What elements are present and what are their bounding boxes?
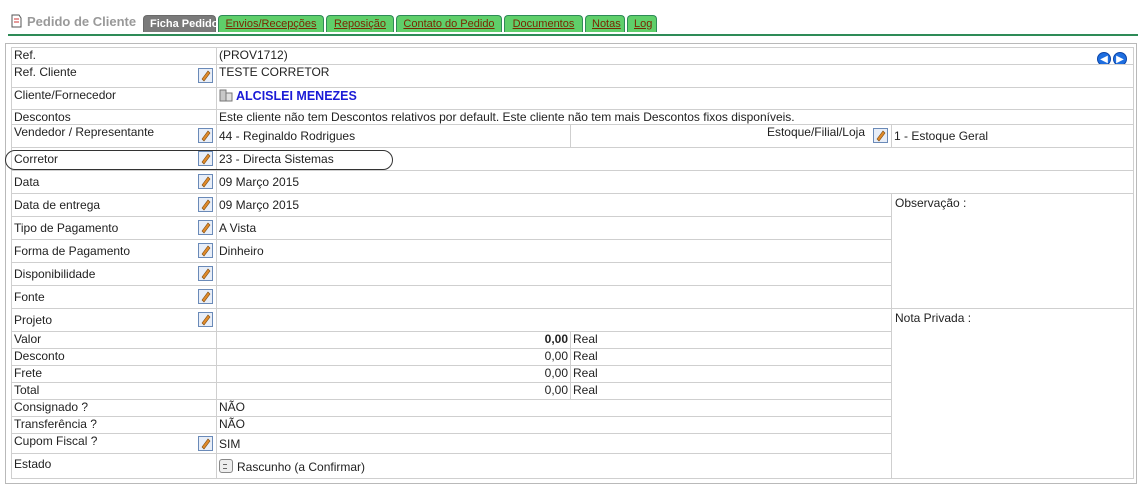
disponibilidade-label: Disponibilidade (14, 267, 96, 281)
desconto-label: Desconto (11, 348, 217, 366)
draft-status-icon (219, 459, 233, 473)
order-form-table: Ref. (PROV1712) ◀ ▶ Ref. Cliente TESTE CO… (11, 47, 1135, 479)
tab-envios-recepcoes[interactable]: Envios/Recepções (218, 15, 324, 32)
transferencia-label: Transferência ? (11, 416, 217, 434)
descontos-value: Este cliente não tem Descontos relativos… (215, 109, 1135, 125)
tab-notas[interactable]: Notas (585, 15, 625, 32)
consignado-label: Consignado ? (11, 399, 217, 417)
valor-currency: Real (570, 331, 892, 349)
cliente-label: Cliente/Fornecedor (11, 87, 217, 110)
cupom-label: Cupom Fiscal ? (14, 434, 98, 449)
fonte-value[interactable] (216, 285, 892, 309)
pencil-edit-icon[interactable] (198, 151, 213, 166)
fonte-label: Fonte (14, 290, 45, 304)
ref-cliente-value[interactable]: TESTE CORRETOR (215, 64, 1135, 88)
tab-log[interactable]: Log (627, 15, 657, 32)
tab-contato-pedido[interactable]: Contato do Pedido (396, 15, 502, 32)
data-label: Data (14, 175, 40, 189)
valor-value: 0,00 (216, 331, 571, 349)
pencil-edit-icon[interactable] (198, 266, 213, 281)
arrow-right-icon[interactable]: ▶ (1113, 52, 1128, 64)
pencil-edit-icon[interactable] (198, 197, 213, 212)
valor-label: Valor (11, 331, 217, 349)
pencil-edit-icon[interactable] (198, 174, 213, 189)
entrega-label: Data de entrega (14, 198, 101, 212)
estado-label: Estado (14, 457, 52, 471)
order-icon (10, 14, 22, 28)
projeto-value[interactable] (216, 308, 892, 332)
total-label: Total (11, 382, 217, 400)
app-title-text: Pedido de Cliente (27, 14, 137, 29)
record-nav: ◀ ▶ (1095, 51, 1128, 64)
estoque-value[interactable]: 1 - Estoque Geral (890, 124, 1135, 148)
corretor-value[interactable]: 23 - Directa Sistemas (215, 147, 1135, 171)
cliente-link[interactable]: ALCISLEI MENEZES (236, 89, 357, 103)
cupom-value[interactable]: SIM (216, 433, 892, 454)
vendedor-label: Vendedor / Representante (14, 125, 155, 140)
total-value: 0,00 (216, 382, 571, 400)
pencil-edit-icon[interactable] (198, 289, 213, 304)
transferencia-value: NÃO (216, 416, 892, 434)
arrow-left-icon[interactable]: ◀ (1097, 52, 1112, 64)
estoque-label: Estoque/Filial/Loja (766, 125, 865, 140)
tab-ficha-pedido[interactable]: Ficha Pedido (143, 15, 218, 32)
ref-value: (PROV1712) (219, 48, 288, 63)
nota-privada-box[interactable]: Nota Privada : (890, 308, 1135, 479)
frete-currency: Real (570, 365, 892, 383)
disponibilidade-value[interactable] (216, 262, 892, 286)
order-form-frame: Ref. (PROV1712) ◀ ▶ Ref. Cliente TESTE CO… (5, 43, 1137, 484)
pencil-edit-icon[interactable] (198, 243, 213, 258)
total-currency: Real (570, 382, 892, 400)
corretor-label: Corretor (14, 152, 59, 166)
vendedor-value[interactable]: 44 - Reginaldo Rodrigues (216, 124, 571, 148)
entrega-value[interactable]: 09 Março 2015 (216, 193, 892, 217)
consignado-value: NÃO (216, 399, 892, 417)
data-value[interactable]: 09 Março 2015 (215, 170, 1135, 194)
frete-label: Frete (11, 365, 217, 383)
forma-pagamento-label: Forma de Pagamento (14, 244, 131, 258)
nota-privada-label: Nota Privada : (895, 311, 972, 325)
building-icon (219, 89, 233, 106)
pencil-edit-icon[interactable] (873, 128, 888, 143)
observacao-label: Observação : (895, 196, 967, 210)
pencil-edit-icon[interactable] (198, 436, 213, 451)
tab-bar: Pedido de Cliente Ficha Pedido Envios/Re… (8, 12, 1138, 36)
pencil-edit-icon[interactable] (198, 128, 213, 143)
tipo-pagamento-label: Tipo de Pagamento (14, 221, 119, 235)
tab-documentos[interactable]: Documentos (504, 15, 583, 32)
pencil-edit-icon[interactable] (198, 68, 213, 83)
observacao-box[interactable]: Observação : (890, 193, 1135, 309)
pencil-edit-icon[interactable] (198, 220, 213, 235)
descontos-label: Descontos (11, 109, 217, 125)
tipo-pagamento-value[interactable]: A Vista (216, 216, 892, 240)
forma-pagamento-value[interactable]: Dinheiro (216, 239, 892, 263)
desconto-currency: Real (570, 348, 892, 366)
estado-value: Rascunho (a Confirmar) (237, 460, 366, 474)
projeto-label: Projeto (14, 313, 53, 327)
ref-cliente-label: Ref. Cliente (14, 65, 77, 80)
desconto-value: 0,00 (216, 348, 571, 366)
tab-reposicao[interactable]: Reposição (326, 15, 394, 32)
frete-value: 0,00 (216, 365, 571, 383)
ref-label: Ref. (11, 47, 217, 65)
pencil-edit-icon[interactable] (198, 312, 213, 327)
app-title: Pedido de Cliente (10, 14, 136, 29)
